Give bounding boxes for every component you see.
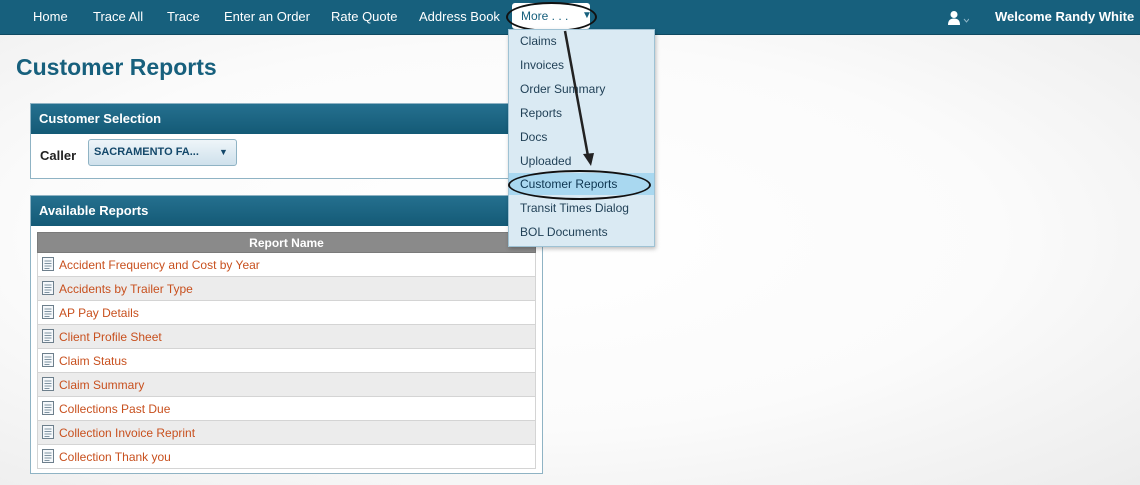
- table-row: Client Profile Sheet: [37, 324, 536, 349]
- table-row: Claim Summary: [37, 372, 536, 397]
- document-icon: [42, 353, 54, 368]
- report-link[interactable]: AP Pay Details: [59, 306, 139, 320]
- table-row: AP Pay Details: [37, 300, 536, 325]
- nav-more-label: More . . .: [521, 9, 569, 23]
- report-link[interactable]: Collection Invoice Reprint: [59, 426, 195, 440]
- available-reports-header: Available Reports: [31, 196, 542, 226]
- caller-label: Caller: [40, 148, 77, 163]
- table-row: Accidents by Trailer Type: [37, 276, 536, 301]
- welcome-text: Welcome Randy White: [995, 9, 1135, 24]
- nav-rate-quote[interactable]: Rate Quote: [331, 0, 398, 34]
- nav-trace[interactable]: Trace: [167, 0, 200, 34]
- document-icon: [42, 425, 54, 440]
- report-link[interactable]: Accident Frequency and Cost by Year: [59, 258, 260, 272]
- user-icon[interactable]: [947, 10, 969, 26]
- menu-item-reports[interactable]: Reports: [509, 102, 654, 124]
- report-link[interactable]: Accidents by Trailer Type: [59, 282, 193, 296]
- nav-trace-all[interactable]: Trace All: [93, 0, 143, 34]
- document-icon: [42, 401, 54, 416]
- report-link[interactable]: Claim Summary: [59, 378, 144, 392]
- more-dropdown-menu: Claims Invoices Order Summary Reports Do…: [508, 29, 655, 247]
- menu-item-order-summary[interactable]: Order Summary: [509, 78, 654, 100]
- report-name-column-header: Report Name: [37, 232, 536, 253]
- table-row: Collection Invoice Reprint: [37, 420, 536, 445]
- document-icon: [42, 329, 54, 344]
- document-icon: [42, 257, 54, 272]
- available-reports-panel: Available Reports Report Name Accident F…: [30, 195, 543, 474]
- document-icon: [42, 377, 54, 392]
- caller-select-value: SACRAMENTO FA...: [94, 146, 199, 158]
- report-link[interactable]: Collections Past Due: [59, 402, 170, 416]
- table-row: Accident Frequency and Cost by Year: [37, 252, 536, 277]
- report-cell: Collection Thank you: [37, 444, 536, 469]
- nav-more-button[interactable]: More . . . ▼: [512, 3, 592, 29]
- report-link[interactable]: Claim Status: [59, 354, 127, 368]
- report-cell: Client Profile Sheet: [37, 324, 536, 349]
- caret-down-icon: ▼: [582, 10, 592, 21]
- menu-item-claims[interactable]: Claims: [509, 30, 654, 52]
- menu-item-invoices[interactable]: Invoices: [509, 54, 654, 76]
- nav-enter-order[interactable]: Enter an Order: [224, 0, 310, 34]
- report-cell: Accident Frequency and Cost by Year: [37, 252, 536, 277]
- menu-item-transit-times-dialog[interactable]: Transit Times Dialog: [509, 197, 654, 219]
- customer-selection-header: Customer Selection: [31, 104, 542, 134]
- menu-item-docs[interactable]: Docs: [509, 126, 654, 148]
- menu-item-customer-reports[interactable]: Customer Reports: [509, 173, 654, 195]
- report-link[interactable]: Collection Thank you: [59, 450, 171, 464]
- document-icon: [42, 305, 54, 320]
- table-row: Collections Past Due: [37, 396, 536, 421]
- nav-home[interactable]: Home: [33, 0, 68, 34]
- report-cell: AP Pay Details: [37, 300, 536, 325]
- table-row: Collection Thank you: [37, 444, 536, 469]
- menu-item-bol-documents[interactable]: BOL Documents: [509, 221, 654, 243]
- page-title: Customer Reports: [16, 54, 217, 80]
- report-cell: Accidents by Trailer Type: [37, 276, 536, 301]
- table-row: Claim Status: [37, 348, 536, 373]
- report-cell: Collection Invoice Reprint: [37, 420, 536, 445]
- report-link[interactable]: Client Profile Sheet: [59, 330, 162, 344]
- report-cell: Collections Past Due: [37, 396, 536, 421]
- chevron-down-icon: ▼: [219, 147, 228, 157]
- customer-selection-panel: Customer Selection Caller SACRAMENTO FA.…: [30, 103, 543, 179]
- document-icon: [42, 449, 54, 464]
- document-icon: [42, 281, 54, 296]
- menu-item-uploaded[interactable]: Uploaded: [509, 150, 654, 172]
- nav-address-book[interactable]: Address Book: [419, 0, 500, 34]
- caller-select[interactable]: SACRAMENTO FA... ▼: [88, 139, 237, 166]
- reports-table-body: Accident Frequency and Cost by Year Accid…: [37, 252, 536, 469]
- report-cell: Claim Status: [37, 348, 536, 373]
- report-cell: Claim Summary: [37, 372, 536, 397]
- reports-table: Report Name Accident Frequency and Cost …: [37, 232, 536, 469]
